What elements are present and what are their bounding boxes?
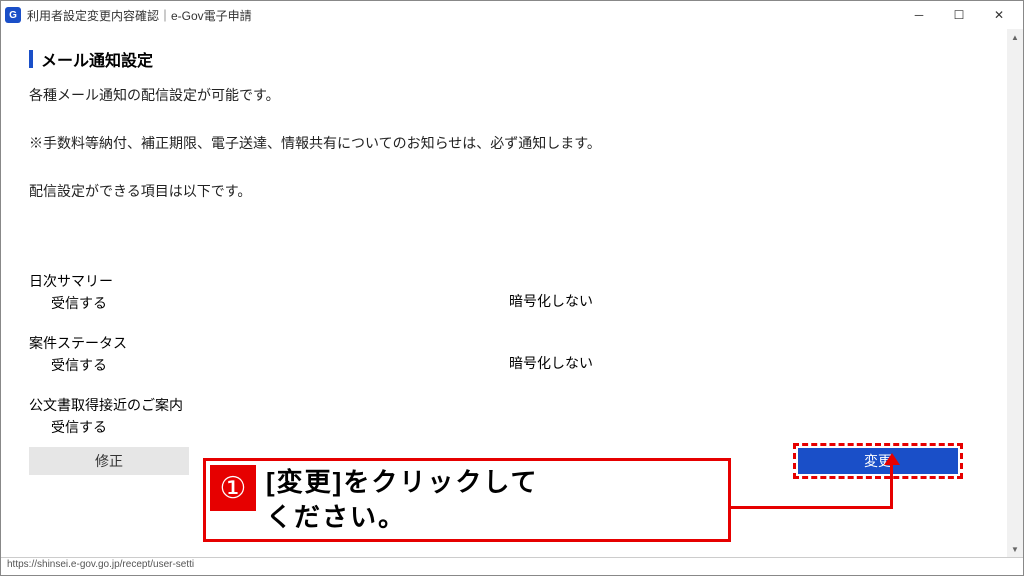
window-controls: ─ ☐ ✕ [899,1,1019,29]
setting-value: 受信する [29,417,509,437]
callout-arrow-horizontal [731,506,893,509]
settings-list: 日次サマリー 受信する 暗号化しない 案件ステータス 受信する 暗号化しない 公… [29,271,979,479]
setting-row-doc-notice: 公文書取得接近のご案内 受信する [29,395,979,437]
setting-label: 日次サマリー [29,271,509,291]
fix-button[interactable]: 修正 [29,447,189,475]
callout-arrow-vertical [890,461,893,508]
callout-arrow-head-icon [884,453,900,465]
callout-number-badge: ① [210,465,256,511]
status-bar: https://shinsei.e-gov.go.jp/recept/user-… [1,557,1023,575]
app-icon: G [5,7,21,23]
close-button[interactable]: ✕ [979,1,1019,29]
setting-label: 公文書取得接近のご案内 [29,395,509,415]
setting-label: 案件ステータス [29,333,509,353]
window-titlebar: G 利用者設定変更内容確認｜e-Gov電子申請 ─ ☐ ✕ [1,1,1023,29]
section-title: メール通知設定 [41,47,153,71]
heading-accent-bar [29,50,33,68]
description-2: ※手数料等納付、補正期限、電子送達、情報共有についてのお知らせは、必ず通知します… [29,133,979,153]
change-button[interactable]: 変更 [798,448,958,474]
description-3: 配信設定ができる項目は以下です。 [29,181,979,201]
setting-row-daily-summary: 日次サマリー 受信する 暗号化しない [29,271,979,313]
callout-text: [変更]をクリックして ください。 [266,465,539,535]
setting-encryption: 暗号化しない [509,333,593,375]
setting-value: 受信する [29,293,509,313]
minimize-button[interactable]: ─ [899,1,939,29]
maximize-button[interactable]: ☐ [939,1,979,29]
vertical-scrollbar[interactable]: ▲ ▼ [1007,29,1023,557]
setting-value: 受信する [29,355,509,375]
setting-encryption: 暗号化しない [509,271,593,313]
scroll-down-icon[interactable]: ▼ [1007,541,1023,557]
section-heading: メール通知設定 [29,47,979,71]
description-1: 各種メール通知の配信設定が可能です。 [29,85,979,105]
window-title: 利用者設定変更内容確認｜e-Gov電子申請 [27,7,252,24]
scroll-up-icon[interactable]: ▲ [1007,29,1023,45]
instruction-callout: ① [変更]をクリックして ください。 [203,458,731,542]
status-url: https://shinsei.e-gov.go.jp/recept/user-… [7,559,194,570]
change-button-highlight: 変更 [793,443,963,479]
setting-row-case-status: 案件ステータス 受信する 暗号化しない [29,333,979,375]
